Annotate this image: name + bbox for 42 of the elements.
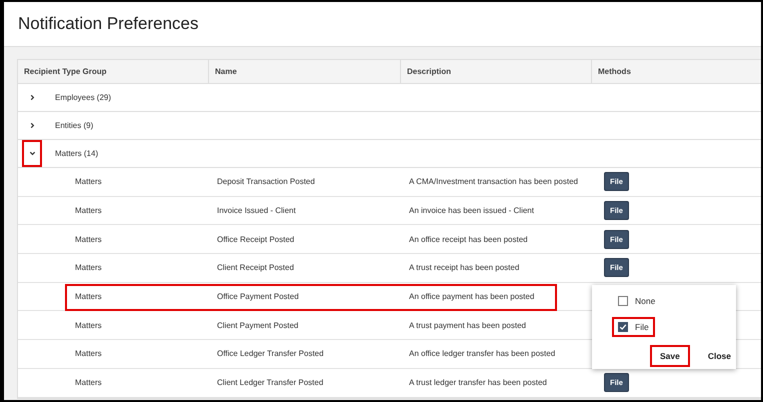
chevron-right-icon bbox=[28, 94, 36, 101]
table-cell-text: Client Receipt Posted bbox=[216, 262, 295, 274]
table-cell-text: Invoice Issued - Client bbox=[216, 205, 297, 218]
table-cell-text: Matters bbox=[74, 176, 103, 188]
method-option[interactable]: None bbox=[612, 291, 662, 311]
expand-toggle[interactable] bbox=[22, 140, 42, 167]
table-cell-text: A trust receipt has been posted bbox=[408, 262, 520, 274]
column-header: Methods bbox=[592, 60, 761, 84]
table-cell-text: Client Payment Posted bbox=[216, 320, 300, 332]
table-cell-text: Matters bbox=[74, 262, 103, 274]
column-header: Description bbox=[401, 60, 592, 84]
chevron-down-icon bbox=[28, 150, 36, 157]
table-cell-text: Matters bbox=[74, 320, 103, 332]
table-cell-text: Matters bbox=[74, 205, 103, 218]
table-cell-text: Office Receipt Posted bbox=[216, 234, 296, 246]
table-cell-text: Matters bbox=[74, 291, 103, 304]
table-cell-text: An office receipt has been posted bbox=[408, 234, 529, 246]
table-cell-text: An office payment has been posted bbox=[408, 291, 536, 304]
table-cell-text: An office ledger transfer has been posted bbox=[408, 348, 556, 360]
dialog-title: Notification Preferences bbox=[18, 14, 198, 34]
popup-button[interactable]: Save bbox=[650, 345, 690, 367]
table-cell-text: Matters bbox=[74, 348, 103, 360]
group-label: Employees (29) bbox=[55, 93, 112, 102]
table-cell-text: Client Ledger Transfer Posted bbox=[216, 377, 324, 390]
table-cell-text: A trust payment has been posted bbox=[408, 320, 527, 332]
column-header: Name bbox=[209, 60, 401, 84]
table-cell-text: A trust ledger transfer has been posted bbox=[408, 377, 548, 390]
table-cell-text: Deposit Transaction Posted bbox=[216, 176, 316, 188]
checkbox[interactable] bbox=[618, 296, 628, 306]
table-cell-text: Office Payment Posted bbox=[216, 291, 300, 304]
column-header: Recipient Type Group bbox=[18, 60, 209, 84]
table-cell-text: A CMA/Investment transaction has been posted bbox=[408, 176, 579, 188]
chevron-right-icon bbox=[28, 122, 36, 129]
table-cell-text: Office Ledger Transfer Posted bbox=[216, 348, 325, 360]
popup-button[interactable]: Close bbox=[698, 345, 742, 367]
method-option[interactable]: File bbox=[612, 317, 655, 337]
table-cell-text: An invoice has been issued - Client bbox=[408, 205, 535, 218]
checkbox[interactable] bbox=[618, 322, 628, 332]
table-cell-text: Matters bbox=[74, 377, 103, 390]
table-cell-text: Matters bbox=[74, 234, 103, 246]
group-label: Matters (14) bbox=[55, 149, 98, 158]
group-label: Entities (9) bbox=[55, 121, 94, 130]
